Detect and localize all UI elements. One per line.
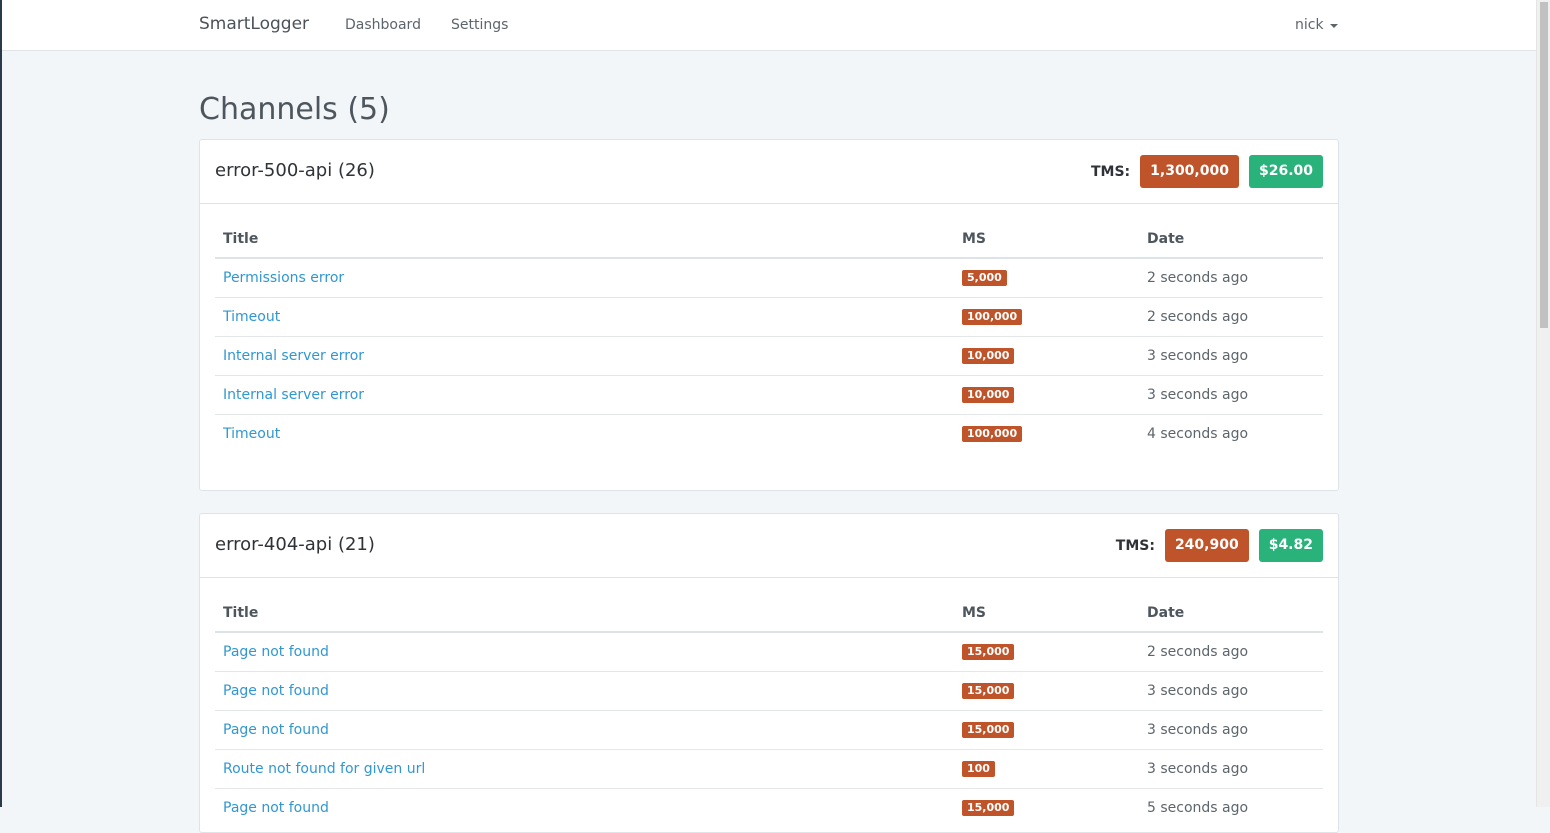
tms-value-badge: 240,900 — [1164, 529, 1249, 562]
log-date: 3 seconds ago — [1139, 709, 1323, 749]
log-title-link[interactable]: Page not found — [223, 683, 329, 699]
channel-panel: error-404-api (21) TMS: 240,900 $4.82 Ti… — [199, 513, 1339, 833]
table-header-row: Title MS Date — [215, 219, 1323, 259]
cost-badge: $26.00 — [1248, 155, 1323, 188]
page-title: Channels (5) — [199, 92, 390, 127]
user-name: nick — [1295, 17, 1324, 33]
nav-dashboard[interactable]: Dashboard — [345, 17, 421, 33]
log-date: 2 seconds ago — [1147, 269, 1249, 286]
ms-badge: 100 — [962, 761, 995, 777]
log-date: 3 seconds ago — [1139, 748, 1323, 788]
table-row: Page not found 15,000 5 seconds ago — [215, 787, 1323, 827]
page-scrollbar[interactable] — [1536, 0, 1550, 807]
tms-label: TMS: — [1090, 163, 1131, 180]
user-menu-dropdown[interactable]: nick — [1295, 17, 1338, 33]
log-title-link[interactable]: Internal server error — [223, 348, 364, 364]
channel-heading: error-404-api (21) TMS: 240,900 $4.82 — [200, 514, 1338, 578]
log-date: 2 seconds ago — [1147, 643, 1249, 660]
column-header-title: Title — [215, 219, 954, 259]
ms-badge: 15,000 — [962, 683, 1015, 699]
column-header-ms: MS — [954, 219, 1139, 259]
table-row: Internal server error 10,000 3 seconds a… — [215, 335, 1323, 375]
channel-panel: error-500-api (26) TMS: 1,300,000 $26.00… — [199, 139, 1339, 491]
table-row: Timeout 100,000 2 seconds ago — [215, 296, 1323, 336]
tms-value-badge: 1,300,000 — [1140, 155, 1239, 188]
channel-stats: TMS: 240,900 $4.82 — [1116, 529, 1323, 562]
table-row: Route not found for given url 100 3 seco… — [215, 748, 1323, 788]
caret-down-icon — [1329, 24, 1338, 28]
ms-badge: 15,000 — [962, 800, 1015, 817]
log-date: 4 seconds ago — [1139, 413, 1323, 453]
window-edge — [0, 0, 2, 807]
brand-logo[interactable]: SmartLogger — [199, 14, 309, 34]
channel-body: Title MS Date Page not found 15,000 2 se… — [200, 578, 1338, 827]
log-title-link[interactable]: Timeout — [223, 309, 280, 325]
channel-title: error-500-api (26) — [215, 160, 375, 181]
log-date: 3 seconds ago — [1139, 670, 1323, 710]
top-navbar: SmartLogger Dashboard Settings nick — [2, 0, 1536, 51]
nav-settings[interactable]: Settings — [451, 17, 508, 33]
log-date: 2 seconds ago — [1139, 296, 1323, 336]
cost-badge: $4.82 — [1258, 529, 1323, 562]
table-row: Page not found 15,000 3 seconds ago — [215, 709, 1323, 749]
column-header-date: Date — [1139, 219, 1323, 259]
channel-body: Title MS Date Permissions error 5,000 2 … — [200, 204, 1338, 453]
log-title-link[interactable]: Page not found — [223, 800, 329, 816]
scrollbar-thumb[interactable] — [1540, 2, 1548, 328]
table-row: Page not found 15,000 3 seconds ago — [215, 670, 1323, 710]
channel-title: error-404-api (21) — [215, 534, 375, 555]
log-title-link[interactable]: Internal server error — [223, 387, 364, 403]
log-title-link[interactable]: Page not found — [223, 722, 329, 738]
ms-badge: 15,000 — [962, 722, 1015, 738]
ms-badge: 100,000 — [962, 309, 1023, 325]
ms-badge: 10,000 — [962, 387, 1015, 403]
log-table: Title MS Date Permissions error 5,000 2 … — [215, 219, 1323, 453]
log-date: 5 seconds ago — [1139, 787, 1323, 827]
log-table: Title MS Date Page not found 15,000 2 se… — [215, 593, 1323, 827]
channel-stats: TMS: 1,300,000 $26.00 — [1091, 155, 1323, 188]
table-header-row: Title MS Date — [215, 593, 1323, 633]
ms-badge: 10,000 — [962, 348, 1015, 364]
log-title-link[interactable]: Route not found for given url — [223, 761, 425, 777]
ms-badge: 100,000 — [962, 426, 1023, 443]
ms-badge: 15,000 — [962, 644, 1015, 661]
column-header-ms: MS — [954, 593, 1139, 633]
table-row: Permissions error 5,000 2 seconds ago — [215, 258, 1323, 297]
table-row: Page not found 15,000 2 seconds ago — [215, 632, 1323, 671]
log-title-link[interactable]: Timeout — [223, 426, 280, 442]
table-row: Internal server error 10,000 3 seconds a… — [215, 374, 1323, 414]
log-title-link[interactable]: Permissions error — [223, 270, 344, 286]
column-header-date: Date — [1139, 593, 1323, 633]
ms-badge: 5,000 — [962, 270, 1007, 287]
table-row: Timeout 100,000 4 seconds ago — [215, 413, 1323, 453]
tms-label: TMS: — [1115, 537, 1155, 554]
log-date: 3 seconds ago — [1139, 335, 1323, 375]
log-date: 3 seconds ago — [1139, 374, 1323, 414]
log-title-link[interactable]: Page not found — [223, 644, 329, 660]
channel-heading: error-500-api (26) TMS: 1,300,000 $26.00 — [200, 140, 1338, 204]
column-header-title: Title — [215, 593, 954, 633]
